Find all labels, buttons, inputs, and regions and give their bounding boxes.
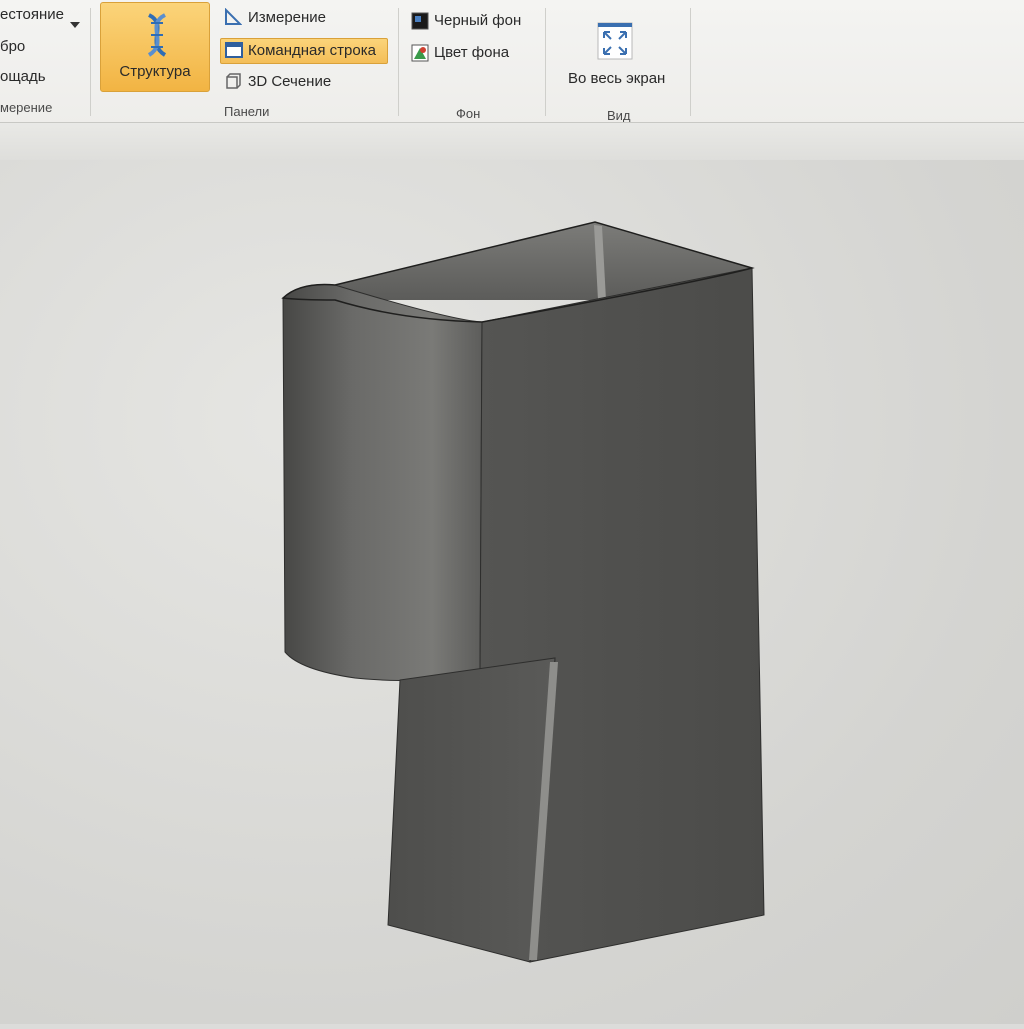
separator (398, 8, 399, 116)
black-background-button[interactable]: Черный фон (434, 12, 521, 29)
section-3d-button[interactable]: 3D Сечение (248, 73, 331, 90)
palette-icon (411, 44, 429, 67)
ribbon-item-area[interactable]: ощадь (0, 68, 46, 85)
command-line-label: Командная строка (248, 42, 376, 59)
expand-arrows-icon[interactable] (597, 22, 633, 65)
group-label-panels: Панели (224, 104, 270, 119)
dna-icon (139, 13, 175, 62)
3d-model (281, 221, 765, 963)
ribbon-item-2[interactable]: бро (0, 38, 25, 55)
ribbon: естояние бро ощадь мерение Структура Изм… (0, 0, 1024, 161)
ruler-angle-icon (224, 7, 243, 31)
structure-button-label: Структура (119, 63, 191, 80)
separator (690, 8, 691, 116)
black-square-icon (411, 12, 429, 35)
fullscreen-button[interactable]: Во весь экран (568, 70, 665, 87)
structure-button[interactable]: Структура (100, 2, 210, 92)
separator (545, 8, 546, 116)
chevron-down-icon[interactable] (70, 15, 80, 33)
section-box-icon (224, 72, 242, 95)
console-window-icon (225, 41, 243, 64)
group-label-background: Фон (456, 106, 481, 121)
3d-viewport[interactable] (0, 160, 1024, 1024)
separator (90, 8, 91, 116)
group-label-view: Вид (607, 108, 631, 123)
ribbon-bottom-bar (0, 122, 1024, 161)
group-label-measure: мерение (0, 100, 53, 115)
ribbon-item-state[interactable]: естояние (0, 6, 64, 23)
measure-button[interactable]: Измерение (248, 9, 326, 26)
model-lower-face (387, 657, 556, 963)
background-color-button[interactable]: Цвет фона (434, 44, 509, 61)
model-rounded-face (282, 284, 483, 681)
